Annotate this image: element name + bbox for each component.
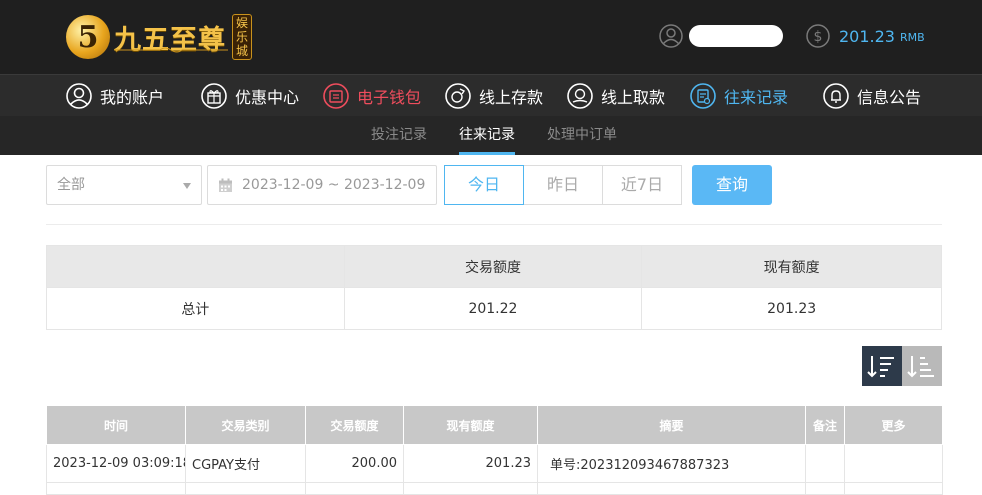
withdraw-icon <box>567 83 593 109</box>
type-select-value: 全部 <box>57 177 85 193</box>
summary-header-blank <box>46 245 345 288</box>
nav-online-deposit[interactable]: 线上存款 <box>445 75 543 117</box>
col-remark[interactable]: 备注 <box>805 405 845 445</box>
top-header: 5 九五至尊 娱 乐 城 $ 201.23 RMB <box>0 0 982 74</box>
user-circle-icon <box>66 83 92 109</box>
tab-bet-records[interactable]: 投注记录 <box>371 116 427 155</box>
row-category: CGPAY支付 <box>185 444 306 483</box>
query-button[interactable]: 查询 <box>692 165 772 205</box>
yesterday-button[interactable]: 昨日 <box>523 165 603 205</box>
sort-asc-button[interactable] <box>902 346 942 386</box>
username-redacted <box>689 25 783 47</box>
main-nav: 我的账户 优惠中心 电子钱包 线上存款 线上取款 往来记录 信息公告 <box>0 74 982 116</box>
user-icon <box>659 24 683 48</box>
logo-flourish <box>114 47 228 53</box>
sort-descending-icon <box>867 356 894 378</box>
nav-label: 线上取款 <box>601 88 666 107</box>
summary-total-row: 总计 201.22 201.23 <box>46 287 942 330</box>
records-header-row: 时间 交易类别 交易额度 现有额度 摘要 备注 更多 <box>46 405 943 445</box>
balance-display: $ 201.23 RMB <box>806 24 925 48</box>
sub-nav: 投注记录 往来记录 处理中订单 <box>0 116 982 155</box>
nav-my-account[interactable]: 我的账户 <box>66 75 164 117</box>
date-range-value: 2023-12-09 ~ 2023-12-09 <box>242 177 426 193</box>
row-current: 201.23 <box>403 444 538 483</box>
chevron-down-icon <box>183 183 191 189</box>
svg-text:$: $ <box>814 29 823 45</box>
tab-pending-orders[interactable]: 处理中订单 <box>547 116 617 155</box>
brand-logo[interactable]: 5 九五至尊 娱 乐 城 <box>66 10 252 64</box>
summary-header-row: 交易额度 现有额度 <box>46 245 942 288</box>
logo-emblem: 5 <box>66 15 110 59</box>
row-amount: 200.00 <box>305 444 404 483</box>
nav-announcements[interactable]: 信息公告 <box>823 75 921 117</box>
divider <box>46 224 942 225</box>
summary-table: 交易额度 现有额度 总计 201.22 201.23 <box>46 245 942 330</box>
row-time: 2023-12-09 03:09:18 <box>46 444 186 483</box>
nav-label: 优惠中心 <box>235 88 300 107</box>
logo-badge: 娱 乐 城 <box>232 14 252 60</box>
nav-e-wallet[interactable]: 电子钱包 <box>323 75 421 117</box>
table-row <box>46 482 943 495</box>
nav-transaction-records[interactable]: 往来记录 <box>690 75 788 117</box>
type-select[interactable]: 全部 <box>46 165 202 205</box>
last-7-days-button[interactable]: 近7日 <box>602 165 682 205</box>
col-summary[interactable]: 摘要 <box>537 405 806 445</box>
bell-icon <box>823 83 849 109</box>
nav-label: 我的账户 <box>100 88 165 107</box>
row-more[interactable] <box>844 444 943 483</box>
nav-label: 电子钱包 <box>357 88 422 107</box>
summary-total-amount: 201.22 <box>343 287 643 330</box>
col-time[interactable]: 时间 <box>46 405 186 445</box>
wallet-icon <box>323 83 349 109</box>
tab-transaction-records[interactable]: 往来记录 <box>459 116 515 155</box>
summary-total-label: 总计 <box>46 287 345 330</box>
logo-badge-char: 乐 <box>235 30 248 44</box>
calendar-icon <box>219 178 232 192</box>
col-more[interactable]: 更多 <box>844 405 943 445</box>
col-category[interactable]: 交易类别 <box>185 405 306 445</box>
dollar-icon: $ <box>806 24 830 48</box>
row-remark <box>805 444 845 483</box>
row-summary: 单号:202312093467887323 <box>537 444 806 483</box>
today-button[interactable]: 今日 <box>444 165 524 205</box>
logo-badge-char: 娱 <box>235 16 248 30</box>
sort-desc-button[interactable] <box>862 346 902 386</box>
logo-badge-char: 城 <box>235 44 248 58</box>
balance-amount: 201.23 <box>839 26 895 46</box>
gift-icon <box>201 83 227 109</box>
records-table: 时间 交易类别 交易额度 现有额度 摘要 备注 更多 2023-12-09 03… <box>46 405 943 495</box>
deposit-icon <box>445 83 471 109</box>
nav-online-withdraw[interactable]: 线上取款 <box>567 75 665 117</box>
record-icon <box>690 83 716 109</box>
date-range-input[interactable]: 2023-12-09 ~ 2023-12-09 <box>207 165 437 205</box>
summary-header-amount: 交易额度 <box>343 245 643 288</box>
table-row[interactable]: 2023-12-09 03:09:18 CGPAY支付 200.00 201.2… <box>46 444 943 483</box>
nav-label: 往来记录 <box>724 88 789 107</box>
summary-header-current: 现有额度 <box>641 245 942 288</box>
nav-label: 线上存款 <box>479 88 544 107</box>
nav-label: 信息公告 <box>857 88 922 107</box>
sort-ascending-icon <box>907 356 934 378</box>
nav-promotions[interactable]: 优惠中心 <box>201 75 299 117</box>
user-account[interactable] <box>659 24 783 48</box>
summary-total-current: 201.23 <box>641 287 942 330</box>
col-amount[interactable]: 交易额度 <box>305 405 404 445</box>
balance-unit: RMB <box>899 31 925 44</box>
col-current[interactable]: 现有额度 <box>403 405 538 445</box>
